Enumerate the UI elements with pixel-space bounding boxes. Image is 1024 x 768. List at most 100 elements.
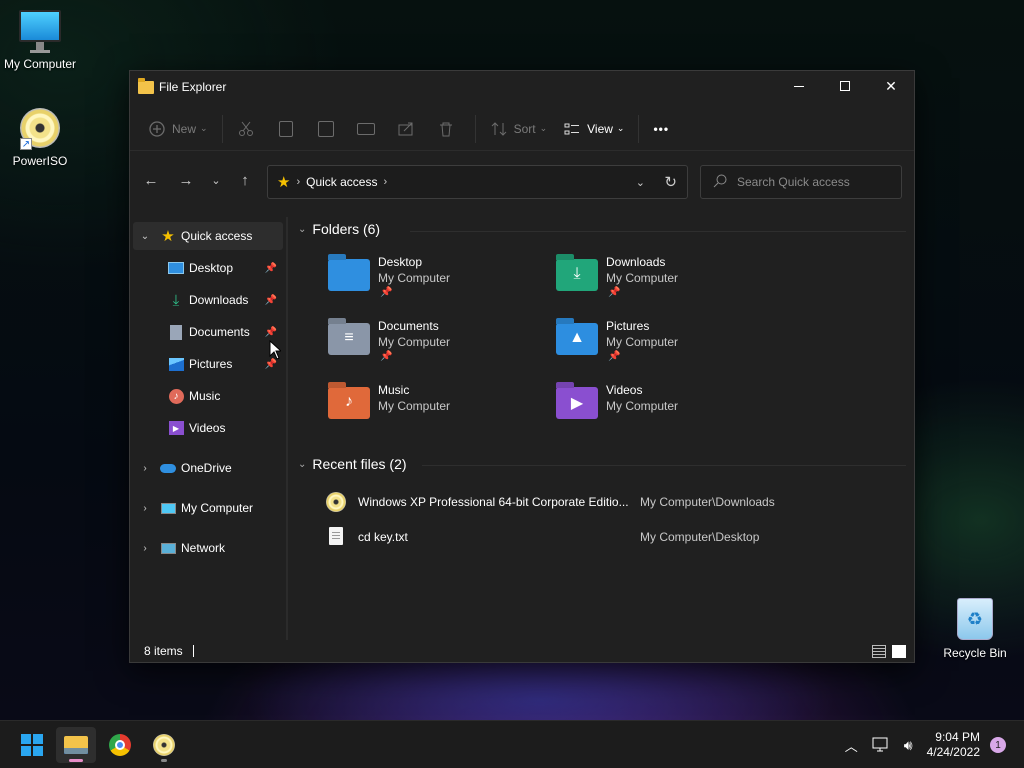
sidebar-item-downloads[interactable]: ⤓ Downloads 📌 — [133, 286, 283, 314]
recent-file-row[interactable]: cd key.txt My Computer\Desktop — [326, 525, 904, 549]
taskbar-file-explorer[interactable] — [56, 727, 96, 763]
notification-badge[interactable]: 1 — [990, 737, 1006, 753]
recent-section-header[interactable]: ⌄ Recent files (2) — [298, 456, 407, 472]
show-hidden-icons-chevron-icon[interactable]: ︿ — [845, 736, 858, 755]
content-pane: ⌄ Folders (6) Desktop My Computer 📌 ⤓ Do… — [290, 217, 914, 640]
close-icon: ✕ — [885, 77, 897, 94]
pin-icon[interactable]: 📌 — [265, 327, 277, 338]
start-button[interactable] — [12, 727, 52, 763]
view-button[interactable]: View ⌄ — [555, 113, 632, 145]
sidebar-item-pictures[interactable]: Pictures 📌 — [133, 350, 283, 378]
status-bar: 8 items — [130, 640, 914, 662]
search-input[interactable]: Search Quick access — [700, 165, 902, 199]
sidebar-item-network[interactable]: › Network — [133, 534, 283, 562]
sidebar-item-desktop[interactable]: Desktop 📌 — [133, 254, 283, 282]
new-button[interactable]: New ⌄ — [140, 113, 216, 145]
folder-tile-desktop[interactable]: Desktop My Computer 📌 — [322, 255, 548, 315]
folders-section-header[interactable]: ⌄ Folders (6) — [298, 221, 380, 237]
pin-icon[interactable]: 📌 — [265, 359, 277, 370]
section-divider — [410, 231, 906, 232]
chevron-down-icon[interactable]: ⌄ — [139, 231, 151, 242]
navigation-bar: ← → ⌄ ↑ ★ › Quick access › ⌄ ↻ Search Qu… — [130, 163, 914, 199]
folder-tile-pictures[interactable]: ▲ Pictures My Computer 📌 — [550, 319, 776, 379]
forward-button[interactable]: → — [172, 166, 200, 194]
recycle-bin-icon — [957, 598, 993, 640]
chevron-down-icon: ⌄ — [539, 123, 548, 133]
rename-button[interactable] — [349, 113, 389, 145]
star-icon: ★ — [161, 228, 175, 245]
recent-locations-button[interactable]: ⌄ — [202, 166, 230, 194]
item-count: 8 items — [144, 644, 183, 658]
desktop-icon-label: Recycle Bin — [943, 646, 1007, 660]
chevron-down-icon: ⌄ — [211, 174, 221, 187]
taskbar-poweriso[interactable] — [144, 727, 184, 763]
close-button[interactable]: ✕ — [868, 71, 914, 101]
breadcrumb-chevron-icon[interactable]: › — [383, 176, 387, 188]
toolbar-divider — [638, 114, 640, 143]
sidebar-item-my-computer[interactable]: › My Computer — [133, 494, 283, 522]
recent-file-location: My Computer\Desktop — [640, 530, 760, 544]
section-divider — [422, 465, 906, 466]
downloads-folder-icon: ⤓ — [556, 259, 598, 291]
desktop-icon-recycle-bin[interactable]: Recycle Bin — [935, 598, 1015, 660]
sidebar-item-onedrive[interactable]: › OneDrive — [133, 454, 283, 482]
copy-icon — [277, 120, 295, 138]
back-button[interactable]: ← — [137, 166, 165, 194]
sidebar-item-documents[interactable]: Documents 📌 — [133, 318, 283, 346]
volume-icon[interactable]: 🔊︎ — [904, 737, 913, 754]
tiles-view-icon[interactable] — [892, 645, 906, 658]
folder-tile-documents[interactable]: ≡ Documents My Computer 📌 — [322, 319, 548, 379]
chevron-right-icon[interactable]: › — [139, 463, 151, 474]
scissors-icon — [237, 120, 255, 138]
toolbar-divider — [221, 114, 223, 143]
copy-button[interactable] — [269, 113, 309, 145]
paste-icon — [317, 120, 335, 138]
folder-name: Downloads — [606, 255, 666, 269]
text-file-icon — [326, 527, 346, 547]
videos-folder-icon: ▶ — [556, 387, 598, 419]
recent-file-row[interactable]: Windows XP Professional 64-bit Corporate… — [326, 490, 904, 514]
windows-logo-icon — [21, 734, 43, 756]
folder-tile-videos[interactable]: ▶ Videos My Computer — [550, 383, 776, 443]
maximize-button[interactable] — [822, 71, 868, 101]
network-status-icon[interactable] — [872, 736, 890, 755]
desktop-icon-my-computer[interactable]: My Computer — [0, 10, 80, 71]
up-button[interactable]: ↑ — [231, 166, 259, 194]
chevron-right-icon[interactable]: › — [139, 503, 151, 514]
folder-name: Documents — [378, 319, 439, 333]
title-bar[interactable]: File Explorer ✕ — [130, 71, 914, 103]
paste-button[interactable] — [309, 113, 349, 145]
minimize-button[interactable] — [776, 71, 822, 101]
pin-icon[interactable]: 📌 — [265, 263, 277, 274]
sidebar-item-quick-access[interactable]: ⌄ ★ Quick access — [133, 222, 283, 250]
share-button[interactable] — [389, 113, 429, 145]
recent-file-name: Windows XP Professional 64-bit Corporate… — [358, 495, 629, 509]
share-icon — [397, 120, 415, 138]
clock[interactable]: 9:04 PM 4/24/2022 — [927, 730, 980, 760]
disc-icon — [153, 734, 175, 756]
address-bar[interactable]: ★ › Quick access › ⌄ ↻ — [267, 165, 688, 199]
delete-button[interactable] — [429, 113, 469, 145]
cut-button[interactable] — [229, 113, 269, 145]
command-bar: New ⌄ Sort ⌄ View ⌄ ••• — [130, 107, 914, 151]
sidebar-item-videos[interactable]: ▶ Videos — [133, 414, 283, 442]
pin-icon[interactable]: 📌 — [265, 295, 277, 306]
details-view-icon[interactable] — [872, 645, 886, 658]
sidebar-item-music[interactable]: ♪ Music — [133, 382, 283, 410]
chrome-icon — [109, 734, 131, 756]
breadcrumb-quick-access[interactable]: Quick access — [306, 175, 377, 189]
chevron-right-icon[interactable]: › — [139, 543, 151, 554]
folder-tile-downloads[interactable]: ⤓ Downloads My Computer 📌 — [550, 255, 776, 315]
more-options-button[interactable]: ••• — [645, 113, 677, 145]
desktop-icon-poweriso[interactable]: ↗ PowerISO — [0, 108, 80, 168]
sidebar-item-label: Pictures — [189, 357, 233, 371]
folder-tile-music[interactable]: ♪ Music My Computer — [322, 383, 548, 443]
sort-button[interactable]: Sort ⌄ — [482, 113, 556, 145]
recent-header-label: Recent files (2) — [312, 456, 407, 472]
sidebar-item-label: Documents — [189, 325, 250, 339]
taskbar-chrome[interactable] — [100, 727, 140, 763]
refresh-icon[interactable]: ↻ — [664, 173, 677, 191]
folder-name: Music — [378, 383, 410, 397]
address-dropdown-icon[interactable]: ⌄ — [636, 176, 645, 189]
taskbar: ︿ 🔊︎ 9:04 PM 4/24/2022 1 — [0, 720, 1024, 768]
